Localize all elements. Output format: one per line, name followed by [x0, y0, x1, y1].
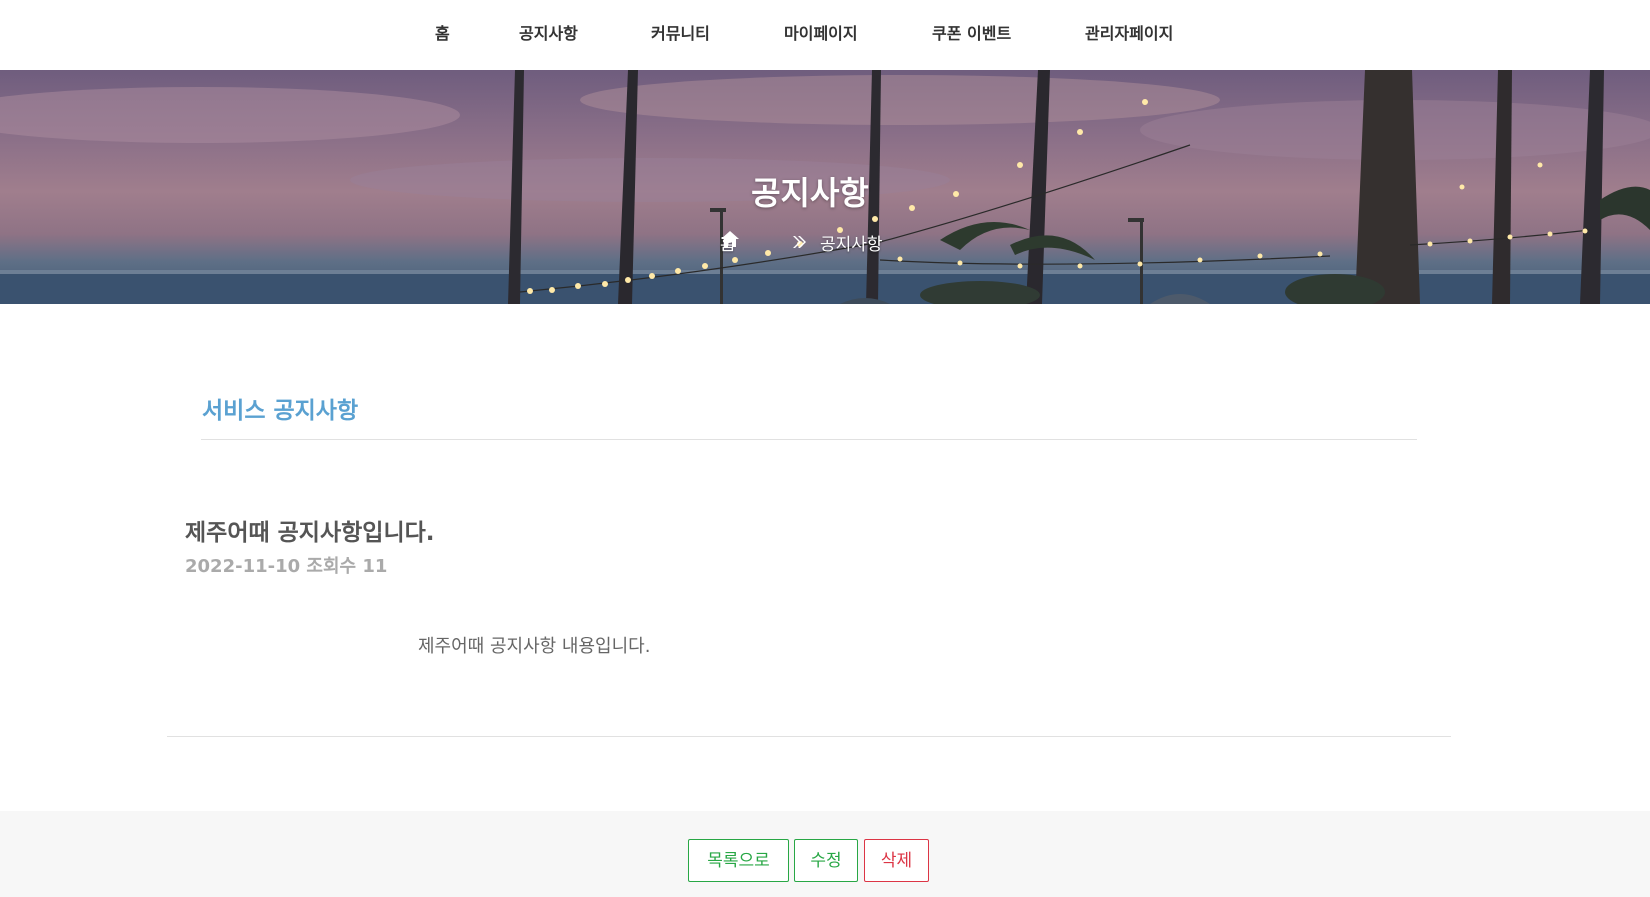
- delete-button[interactable]: 삭제: [864, 839, 929, 882]
- nav-item-notice[interactable]: 공지사항: [519, 22, 578, 46]
- hero-title: 공지사항: [751, 174, 869, 212]
- section-title: 서비스 공지사항: [202, 398, 359, 424]
- home-icon: [721, 231, 739, 247]
- nav-item-coupon-event[interactable]: 쿠폰 이벤트: [932, 22, 1011, 46]
- breadcrumb-home-link[interactable]: 홈: [720, 230, 739, 255]
- action-bar: 목록으로 수정 삭제: [0, 811, 1650, 897]
- nav-item-home[interactable]: 홈: [435, 22, 450, 46]
- post-divider: [167, 736, 1451, 737]
- hero-banner: 공지사항 홈 공지사항: [0, 70, 1650, 304]
- double-chevron-right-icon: [793, 236, 806, 248]
- breadcrumb-current: 공지사항: [820, 235, 883, 255]
- nav-item-community[interactable]: 커뮤니티: [651, 22, 710, 46]
- post-title: 제주어때 공지사항입니다.: [185, 520, 435, 546]
- edit-button[interactable]: 수정: [794, 839, 858, 882]
- nav-item-admin[interactable]: 관리자페이지: [1085, 22, 1173, 46]
- top-navigation: 홈 공지사항 커뮤니티 마이페이지 쿠폰 이벤트 관리자페이지: [0, 0, 1650, 70]
- post-body: 제주어때 공지사항 내용입니다.: [418, 636, 651, 657]
- back-to-list-button[interactable]: 목록으로: [688, 839, 789, 882]
- section-divider: [201, 439, 1417, 440]
- nav-item-mypage[interactable]: 마이페이지: [784, 22, 858, 46]
- post-meta: 2022-11-10 조회수 11: [185, 556, 388, 577]
